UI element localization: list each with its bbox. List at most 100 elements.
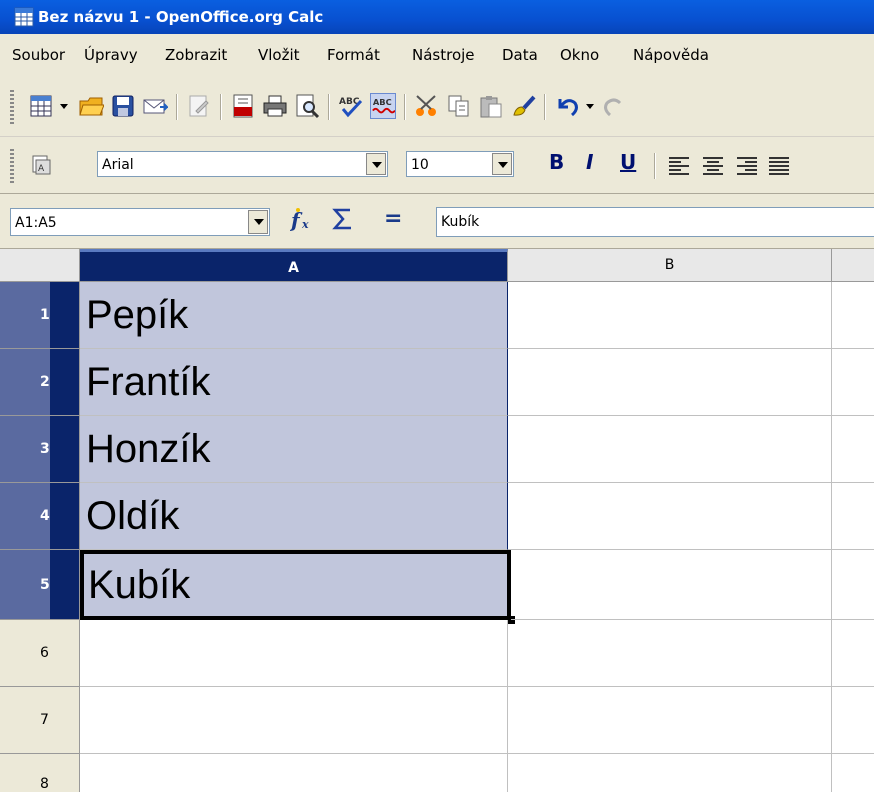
name-box-dropdown-button[interactable] (248, 210, 268, 234)
bold-button[interactable]: B (549, 150, 564, 174)
font-name-combo[interactable]: Arial (97, 151, 388, 177)
formula-bar: A1:A5 f x = Kubík (0, 194, 874, 249)
formatting-toolbar: A Arial 10 B I U (0, 137, 874, 194)
redo-icon[interactable] (600, 93, 626, 119)
export-pdf-icon[interactable] (230, 93, 256, 119)
row-header-8[interactable]: 8 (0, 754, 80, 792)
print-icon[interactable] (262, 93, 288, 119)
function-wizard-icon[interactable]: f x (290, 206, 316, 232)
cell-b4[interactable] (508, 483, 832, 550)
formula-input[interactable]: Kubík (436, 207, 874, 237)
cell-c3[interactable] (832, 416, 874, 483)
spellcheck-icon[interactable]: ABC (338, 93, 364, 119)
cell-value: Honzík (86, 427, 211, 471)
cell-c4[interactable] (832, 483, 874, 550)
row-header-7[interactable]: 7 (0, 687, 80, 754)
column-header-c[interactable] (832, 249, 874, 282)
cell-value: Frantík (86, 360, 211, 404)
menu-bar: Soubor Úpravy Zobrazit Vložit Formát Nás… (0, 34, 874, 79)
row-header-3[interactable]: 3 (0, 416, 80, 483)
toolbar-grip[interactable] (10, 90, 14, 124)
cell-value: Oldík (86, 494, 180, 538)
menu-vlozit[interactable]: Vložit (258, 46, 300, 64)
row-header-5[interactable]: 5 (0, 550, 80, 620)
cell-b3[interactable] (508, 416, 832, 483)
cell-c2[interactable] (832, 349, 874, 416)
standard-toolbar: ABC ABC (0, 78, 874, 137)
underline-button[interactable]: U (620, 150, 636, 174)
align-left-icon[interactable] (666, 152, 692, 178)
cell-b6[interactable] (508, 620, 832, 687)
autospellcheck-icon[interactable]: ABC (370, 93, 396, 119)
spreadsheet-grid: A B 1 Pepík 2 Frantík 3 Honzík 4 Oldík 5… (0, 249, 874, 792)
align-right-icon[interactable] (734, 152, 760, 178)
toolbar-grip[interactable] (10, 149, 14, 183)
cell-c6[interactable] (832, 620, 874, 687)
cell-a1[interactable]: Pepík (80, 282, 508, 349)
cell-b1[interactable] (508, 282, 832, 349)
copy-icon[interactable] (446, 93, 472, 119)
cell-a4[interactable]: Oldík (80, 483, 508, 550)
menu-nastroje[interactable]: Nástroje (412, 46, 475, 64)
column-header-a[interactable]: A (80, 249, 508, 282)
new-dropdown-icon[interactable] (60, 104, 68, 109)
cell-value: Kubík (88, 563, 191, 607)
cell-c8[interactable] (832, 754, 874, 792)
justify-icon[interactable] (766, 152, 792, 178)
row-header-2[interactable]: 2 (0, 349, 80, 416)
save-icon[interactable] (110, 93, 136, 119)
font-size-combo[interactable]: 10 (406, 151, 514, 177)
menu-upravy[interactable]: Úpravy (84, 46, 138, 64)
cell-b8[interactable] (508, 754, 832, 792)
format-paintbrush-icon[interactable] (510, 93, 536, 119)
font-size-dropdown-button[interactable] (492, 153, 512, 175)
undo-icon[interactable] (554, 93, 580, 119)
cell-b7[interactable] (508, 687, 832, 754)
cell-b2[interactable] (508, 349, 832, 416)
font-name-dropdown-button[interactable] (366, 153, 386, 175)
menu-okno[interactable]: Okno (560, 46, 599, 64)
menu-soubor[interactable]: Soubor (12, 46, 65, 64)
formula-input-value: Kubík (441, 214, 480, 230)
page-preview-icon[interactable] (294, 93, 320, 119)
column-header-b[interactable]: B (508, 249, 832, 282)
cell-a5-active[interactable]: Kubík (80, 550, 511, 620)
cell-a2[interactable]: Frantík (80, 349, 508, 416)
paste-icon[interactable] (478, 93, 504, 119)
cell-b5[interactable] (511, 550, 832, 620)
styles-formatting-icon[interactable]: A (30, 152, 56, 178)
menu-format[interactable]: Formát (327, 46, 380, 64)
italic-button[interactable]: I (586, 150, 593, 174)
cell-a7[interactable] (80, 687, 508, 754)
row-number: 2 (40, 374, 50, 390)
align-center-icon[interactable] (700, 152, 726, 178)
row-number: 1 (40, 307, 50, 323)
new-document-icon[interactable] (28, 93, 54, 119)
cut-icon[interactable] (414, 93, 440, 119)
cell-c1[interactable] (832, 282, 874, 349)
cell-a6[interactable] (80, 620, 508, 687)
equals-button[interactable]: = (384, 206, 402, 231)
email-icon[interactable] (142, 93, 168, 119)
sum-icon[interactable] (330, 206, 356, 232)
menu-zobrazit[interactable]: Zobrazit (165, 46, 227, 64)
cell-a3[interactable]: Honzík (80, 416, 508, 483)
row-header-4[interactable]: 4 (0, 483, 80, 550)
cell-c5[interactable] (832, 550, 874, 620)
cell-c7[interactable] (832, 687, 874, 754)
select-all-corner[interactable] (0, 249, 80, 282)
menu-data[interactable]: Data (502, 46, 538, 64)
toolbar-separator (328, 94, 330, 120)
name-box[interactable]: A1:A5 (10, 208, 270, 236)
cell-a8[interactable] (80, 754, 508, 792)
undo-dropdown-icon[interactable] (586, 104, 594, 109)
menu-napoveda[interactable]: Nápověda (633, 46, 709, 64)
font-size-value: 10 (411, 157, 429, 173)
row-header-6[interactable]: 6 (0, 620, 80, 687)
row-header-1[interactable]: 1 (0, 282, 80, 349)
open-folder-icon[interactable] (78, 93, 104, 119)
column-header-label: B (664, 257, 675, 273)
edit-file-icon[interactable] (186, 93, 212, 119)
row-number: 7 (40, 712, 49, 728)
row-number: 4 (40, 508, 50, 524)
